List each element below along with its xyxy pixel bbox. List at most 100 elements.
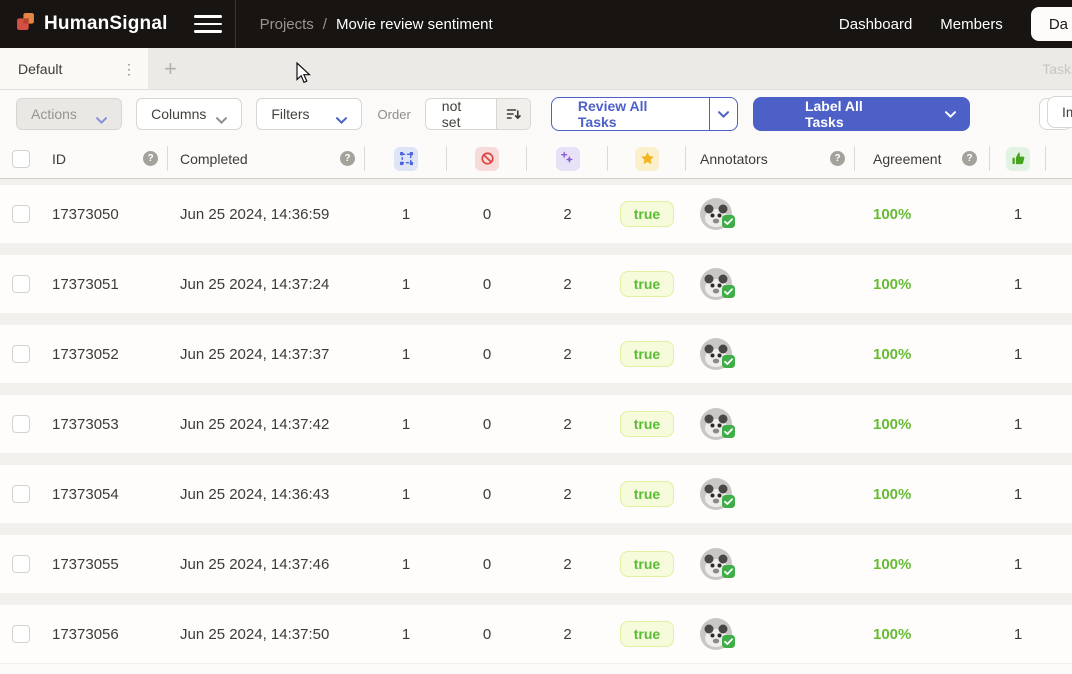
tab-options-icon[interactable]: ⋮	[122, 62, 136, 76]
bounding-box-icon[interactable]	[394, 147, 418, 171]
cell-value: true	[608, 185, 686, 243]
column-annotators[interactable]: Annotators ?	[686, 138, 855, 179]
cell-overflow	[1046, 605, 1072, 663]
filters-dropdown[interactable]: Filters	[256, 98, 361, 130]
import-button[interactable]: Im	[1047, 96, 1072, 128]
breadcrumb-projects[interactable]: Projects	[260, 16, 314, 33]
humansignal-logo[interactable]: HumanSignal	[0, 12, 168, 36]
nav-members[interactable]: Members	[940, 16, 1003, 33]
cell-id: 17373050	[40, 185, 168, 243]
column-agreement[interactable]: Agreement ?	[855, 138, 990, 179]
annotator-check-icon	[722, 495, 735, 512]
value-badge: true	[620, 621, 674, 647]
cell-completed: Jun 25 2024, 14:36:59	[168, 185, 365, 243]
review-all-tasks-chevron-icon[interactable]	[709, 98, 737, 130]
help-icon[interactable]: ?	[830, 151, 845, 166]
tab-default[interactable]: Default ⋮	[0, 48, 148, 89]
column-annotations[interactable]	[365, 138, 447, 179]
cell-value: true	[608, 465, 686, 523]
value-badge: true	[620, 201, 674, 227]
column-value[interactable]	[608, 138, 686, 179]
cell-predictions-count: 2	[527, 465, 608, 523]
column-completed[interactable]: Completed ?	[168, 138, 365, 179]
table-row[interactable]: 17373050 Jun 25 2024, 14:36:59 1 0 2 tru…	[0, 185, 1072, 243]
annotator-avatar[interactable]	[700, 338, 732, 370]
cell-annotators	[686, 605, 855, 663]
annotator-avatar[interactable]	[700, 408, 732, 440]
cell-reviews-count: 1	[990, 535, 1046, 593]
help-icon[interactable]: ?	[143, 151, 158, 166]
annotator-avatar[interactable]	[700, 268, 732, 300]
cell-annotators	[686, 255, 855, 313]
sort-direction-icon[interactable]	[496, 99, 530, 129]
cell-value: true	[608, 255, 686, 313]
table-row[interactable]: 17373053 Jun 25 2024, 14:37:42 1 0 2 tru…	[0, 395, 1072, 453]
cell-completed: Jun 25 2024, 14:37:42	[168, 395, 365, 453]
annotator-avatar[interactable]	[700, 618, 732, 650]
cell-agreement: 100%	[855, 605, 990, 663]
table-row[interactable]: 17373051 Jun 25 2024, 14:37:24 1 0 2 tru…	[0, 255, 1072, 313]
order-value[interactable]: not set	[426, 99, 496, 129]
row-checkbox[interactable]	[12, 485, 30, 503]
row-checkbox[interactable]	[12, 555, 30, 573]
help-icon[interactable]: ?	[340, 151, 355, 166]
cell-id: 17373051	[40, 255, 168, 313]
table-row[interactable]: 17373052 Jun 25 2024, 14:37:37 1 0 2 tru…	[0, 325, 1072, 383]
row-checkbox[interactable]	[12, 345, 30, 363]
annotator-check-icon	[722, 635, 735, 652]
thumbs-up-icon[interactable]	[1006, 147, 1030, 171]
ban-icon[interactable]	[475, 147, 499, 171]
row-checkbox[interactable]	[12, 625, 30, 643]
columns-dropdown[interactable]: Columns	[136, 98, 242, 130]
cell-cancelled-count: 0	[447, 325, 527, 383]
hamburger-menu-icon[interactable]	[194, 15, 222, 33]
label-all-tasks-button[interactable]: Label All Tasks	[753, 97, 941, 131]
column-annotators-label: Annotators	[700, 151, 768, 167]
cell-overflow	[1046, 255, 1072, 313]
star-icon[interactable]	[635, 147, 659, 171]
cell-annotators	[686, 185, 855, 243]
value-badge: true	[620, 341, 674, 367]
column-reviews[interactable]	[990, 138, 1046, 179]
annotator-avatar[interactable]	[700, 198, 732, 230]
nav-data-manager-pill[interactable]: Da	[1031, 7, 1072, 41]
annotator-avatar[interactable]	[700, 478, 732, 510]
help-icon[interactable]: ?	[962, 151, 977, 166]
label-all-tasks-chevron-icon[interactable]	[941, 97, 970, 131]
header-nav: Dashboard Members Da	[839, 7, 1072, 41]
actions-dropdown[interactable]: Actions	[16, 98, 122, 130]
annotator-avatar[interactable]	[700, 548, 732, 580]
cell-cancelled-count: 0	[447, 465, 527, 523]
cell-overflow	[1046, 185, 1072, 243]
add-tab-button[interactable]: +	[148, 48, 193, 89]
nav-dashboard[interactable]: Dashboard	[839, 16, 912, 33]
cell-annotators	[686, 395, 855, 453]
cell-completed: Jun 25 2024, 14:37:37	[168, 325, 365, 383]
cell-annotations-count: 1	[365, 395, 447, 453]
annotator-check-icon	[722, 565, 735, 582]
cell-cancelled-count: 0	[447, 395, 527, 453]
row-checkbox-cell	[0, 465, 40, 523]
row-checkbox[interactable]	[12, 415, 30, 433]
select-all-checkbox[interactable]	[12, 150, 30, 168]
column-predictions[interactable]	[527, 138, 608, 179]
cell-agreement: 100%	[855, 185, 990, 243]
column-completed-label: Completed	[180, 151, 248, 167]
sparkles-icon[interactable]	[556, 147, 580, 171]
cell-reviews-count: 1	[990, 185, 1046, 243]
column-id[interactable]: ID ?	[40, 138, 168, 179]
table-row[interactable]: 17373056 Jun 25 2024, 14:37:50 1 0 2 tru…	[0, 605, 1072, 663]
row-checkbox[interactable]	[12, 275, 30, 293]
logo-text: HumanSignal	[44, 13, 168, 35]
breadcrumb-project-title: Movie review sentiment	[336, 16, 493, 33]
cell-cancelled-count: 0	[447, 185, 527, 243]
cell-value: true	[608, 325, 686, 383]
cell-overflow	[1046, 465, 1072, 523]
cell-agreement: 100%	[855, 465, 990, 523]
table-row[interactable]: 17373054 Jun 25 2024, 14:36:43 1 0 2 tru…	[0, 465, 1072, 523]
column-cancelled[interactable]	[447, 138, 527, 179]
table-row[interactable]: 17373055 Jun 25 2024, 14:37:46 1 0 2 tru…	[0, 535, 1072, 593]
review-all-tasks-button[interactable]: Review All Tasks	[552, 98, 709, 130]
cell-annotations-count: 1	[365, 255, 447, 313]
row-checkbox[interactable]	[12, 205, 30, 223]
